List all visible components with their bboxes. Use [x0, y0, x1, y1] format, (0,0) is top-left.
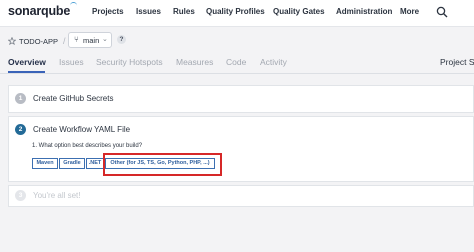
- breadcrumb-separator: /: [63, 36, 66, 46]
- tab-project-settings[interactable]: Project S: [440, 57, 474, 67]
- step-title-3: You're all set!: [33, 191, 81, 200]
- nav-projects[interactable]: Projects: [92, 7, 124, 16]
- tab-activity[interactable]: Activity: [260, 57, 287, 67]
- nav-quality-profiles[interactable]: Quality Profiles: [206, 7, 265, 16]
- build-question: 1. What option best describes your build…: [32, 143, 143, 149]
- nav-rules[interactable]: Rules: [173, 7, 195, 16]
- sonarqube-logo[interactable]: sonarqube: [8, 2, 78, 18]
- tab-security-hotspots[interactable]: Security Hotspots: [96, 57, 163, 67]
- active-tab-indicator: [8, 71, 45, 73]
- logo-wave-icon: [70, 2, 78, 9]
- annotation-highlight-box: [103, 153, 222, 176]
- nav-issues[interactable]: Issues: [136, 7, 161, 16]
- step-title-1: Create GitHub Secrets: [33, 94, 114, 103]
- branch-icon: ⑂: [74, 35, 79, 44]
- tab-measures[interactable]: Measures: [176, 57, 213, 67]
- tab-issues[interactable]: Issues: [59, 57, 84, 67]
- step-title-2: Create Workflow YAML File: [33, 125, 131, 134]
- option-gradle-button[interactable]: Gradle: [59, 158, 85, 169]
- help-icon[interactable]: ?: [117, 35, 126, 44]
- project-name[interactable]: TODO-APP: [19, 37, 58, 46]
- option-dotnet-button[interactable]: .NET: [86, 158, 104, 169]
- step-number-1: 1: [15, 93, 26, 104]
- tab-overview[interactable]: Overview: [8, 57, 46, 67]
- step-number-2: 2: [15, 124, 26, 135]
- tabs-divider: [0, 73, 474, 74]
- logo-text: sonarqube: [8, 4, 71, 18]
- top-navigation: sonarqube Projects Issues Rules Quality …: [0, 0, 474, 27]
- search-icon[interactable]: [436, 6, 448, 18]
- chevron-down-icon: ⌄: [102, 36, 108, 43]
- nav-more[interactable]: More: [400, 7, 419, 16]
- step-number-3: 3: [15, 190, 26, 201]
- nav-administration[interactable]: Administration: [336, 7, 392, 16]
- nav-quality-gates[interactable]: Quality Gates: [273, 7, 325, 16]
- option-maven-button[interactable]: Maven: [32, 158, 58, 169]
- tab-code[interactable]: Code: [226, 57, 246, 67]
- branch-selector[interactable]: ⑂ main ⌄: [68, 32, 112, 48]
- branch-name: main: [83, 36, 100, 45]
- star-icon[interactable]: [8, 37, 16, 45]
